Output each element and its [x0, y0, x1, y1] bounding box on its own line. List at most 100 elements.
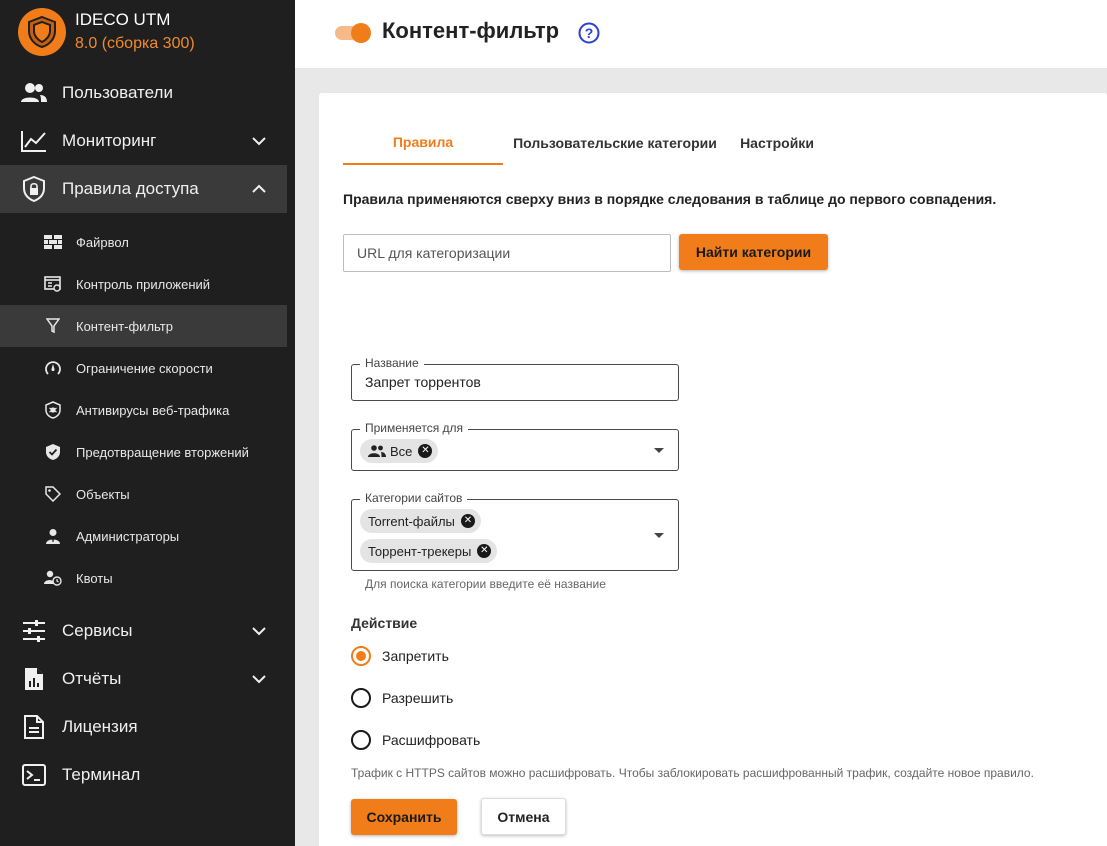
- action-option-allow[interactable]: Разрешить: [351, 686, 453, 710]
- url-search-input[interactable]: [343, 234, 671, 272]
- nav-label: Сервисы: [62, 621, 133, 640]
- shield-logo-icon: [18, 8, 66, 56]
- nav-item-users[interactable]: Пользователи: [0, 69, 287, 117]
- field-label: Название: [360, 356, 424, 370]
- chip-remove-icon[interactable]: ✕: [460, 514, 475, 528]
- filter-icon: [43, 316, 63, 336]
- sliders-icon: [20, 617, 48, 645]
- sidebar-item-content-filter[interactable]: Контент-фильтр: [0, 305, 287, 347]
- app-window-icon: [43, 274, 63, 294]
- chevron-down-icon[interactable]: [251, 623, 267, 639]
- action-option-decrypt[interactable]: Расшифровать: [351, 728, 480, 752]
- field-label: Применяется для: [360, 421, 469, 435]
- radio-label: Разрешить: [382, 690, 454, 706]
- radio-checked-icon[interactable]: [351, 646, 371, 666]
- nav-item-access-rules[interactable]: Правила доступа: [0, 165, 287, 213]
- find-categories-button[interactable]: Найти категории: [679, 234, 828, 270]
- sidebar-item-admins[interactable]: Администраторы: [0, 515, 287, 557]
- content-card: Правила Пользовательские категории Настр…: [319, 93, 1107, 846]
- shield-check-icon: [43, 442, 63, 462]
- applies-to-select[interactable]: Применяется для Все ✕: [351, 421, 679, 471]
- rule-name-field[interactable]: Название Запрет торрентов: [351, 356, 679, 401]
- nav-label: Терминал: [62, 765, 141, 784]
- chip-remove-icon[interactable]: ✕: [477, 544, 492, 558]
- radio-unchecked-icon[interactable]: [351, 730, 371, 750]
- speed-gauge-icon: [43, 358, 63, 378]
- sidebar-item-label: Предотвращение вторжений: [76, 444, 249, 460]
- nav-item-monitoring[interactable]: Мониторинг: [0, 117, 287, 165]
- sidebar-item-label: Файрвол: [76, 234, 129, 250]
- chevron-up-icon[interactable]: [251, 181, 267, 197]
- sidebar-item-ips[interactable]: Предотвращение вторжений: [0, 431, 287, 473]
- sidebar-item-label: Объекты: [76, 486, 130, 502]
- https-hint: Трафик с HTTPS сайтов можно расшифровать…: [351, 766, 1034, 780]
- module-enable-toggle[interactable]: [335, 23, 371, 43]
- shield-bug-icon: [43, 400, 63, 420]
- sidebar-item-label: Квоты: [76, 570, 113, 586]
- sidebar-item-speed-limit[interactable]: Ограничение скорости: [0, 347, 287, 389]
- sidebar-item-label: Контроль приложений: [76, 276, 211, 292]
- page-header: Контент-фильтр ?: [295, 0, 1107, 68]
- sidebar-item-label: Ограничение скорости: [76, 360, 213, 376]
- help-icon[interactable]: ?: [578, 22, 600, 44]
- cancel-button[interactable]: Отмена: [481, 798, 566, 835]
- sidebar-item-label: Антивирусы веб-трафика: [76, 402, 230, 418]
- nav-label: Лицензия: [62, 717, 138, 736]
- chip-label: Torrent-файлы: [368, 513, 455, 529]
- sidebar: IDECO UTM 8.0 (сборка 300) Пользователи …: [0, 0, 295, 846]
- page-title: Контент-фильтр: [382, 18, 560, 43]
- sidebar-item-antivirus[interactable]: Антивирусы веб-трафика: [0, 389, 287, 431]
- brand-version: 8.0 (сборка 300): [75, 35, 195, 52]
- users-icon: [368, 445, 386, 457]
- shield-lock-icon: [20, 175, 48, 203]
- tabs: Правила Пользовательские категории Настр…: [343, 121, 827, 165]
- terminal-icon: [20, 761, 48, 789]
- sidebar-item-label: Администраторы: [76, 528, 180, 544]
- admin-user-icon: [43, 526, 63, 546]
- brick-wall-icon: [43, 232, 63, 252]
- dropdown-arrow-icon[interactable]: [654, 533, 664, 538]
- field-label: Категории сайтов: [360, 491, 468, 505]
- category-chip[interactable]: Torrent-файлы ✕: [360, 509, 481, 533]
- applies-chip[interactable]: Все ✕: [360, 439, 439, 463]
- tag-icon: [43, 484, 63, 504]
- rules-note: Правила применяются сверху вниз в порядк…: [343, 191, 997, 207]
- nav-item-reports[interactable]: Отчёты: [0, 655, 287, 703]
- sidebar-item-label: Контент-фильтр: [76, 318, 173, 334]
- chart-line-icon: [20, 127, 48, 155]
- tab-settings[interactable]: Настройки: [727, 121, 827, 165]
- brand[interactable]: IDECO UTM 8.0 (сборка 300): [18, 6, 195, 58]
- user-clock-icon: [43, 568, 63, 588]
- svg-text:?: ?: [585, 25, 594, 41]
- site-categories-select[interactable]: Категории сайтов Torrent-файлы ✕ Торрент…: [351, 491, 679, 571]
- action-option-deny[interactable]: Запретить: [351, 644, 449, 668]
- nav-item-terminal[interactable]: Терминал: [0, 751, 287, 799]
- document-icon: [20, 713, 48, 741]
- nav-label: Правила доступа: [62, 179, 199, 198]
- action-title: Действие: [351, 615, 418, 631]
- sidebar-item-app-control[interactable]: Контроль приложений: [0, 263, 287, 305]
- nav-label: Пользователи: [62, 83, 173, 102]
- users-icon: [20, 79, 48, 107]
- sidebar-item-quotas[interactable]: Квоты: [0, 557, 287, 599]
- category-chip[interactable]: Торрент-трекеры ✕: [360, 539, 498, 563]
- save-button[interactable]: Сохранить: [351, 799, 457, 835]
- tab-custom-categories[interactable]: Пользовательские категории: [503, 121, 727, 165]
- sidebar-item-firewall[interactable]: Файрвол: [0, 221, 287, 263]
- nav-label: Отчёты: [62, 669, 122, 688]
- categories-hint: Для поиска категории введите её название: [365, 577, 606, 591]
- tab-rules[interactable]: Правила: [343, 121, 503, 165]
- radio-unchecked-icon[interactable]: [351, 688, 371, 708]
- dropdown-arrow-icon[interactable]: [654, 448, 664, 453]
- nav-item-services[interactable]: Сервисы: [0, 607, 287, 655]
- chip-label: Торрент-трекеры: [368, 543, 472, 559]
- sidebar-item-objects[interactable]: Объекты: [0, 473, 287, 515]
- radio-label: Расшифровать: [382, 732, 481, 748]
- rule-name-value: Запрет торрентов: [365, 374, 481, 390]
- chevron-down-icon[interactable]: [251, 133, 267, 149]
- chip-remove-icon[interactable]: ✕: [418, 444, 433, 458]
- nav-label: Мониторинг: [62, 131, 157, 150]
- report-file-icon: [20, 665, 48, 693]
- chevron-down-icon[interactable]: [251, 671, 267, 687]
- nav-item-license[interactable]: Лицензия: [0, 703, 287, 751]
